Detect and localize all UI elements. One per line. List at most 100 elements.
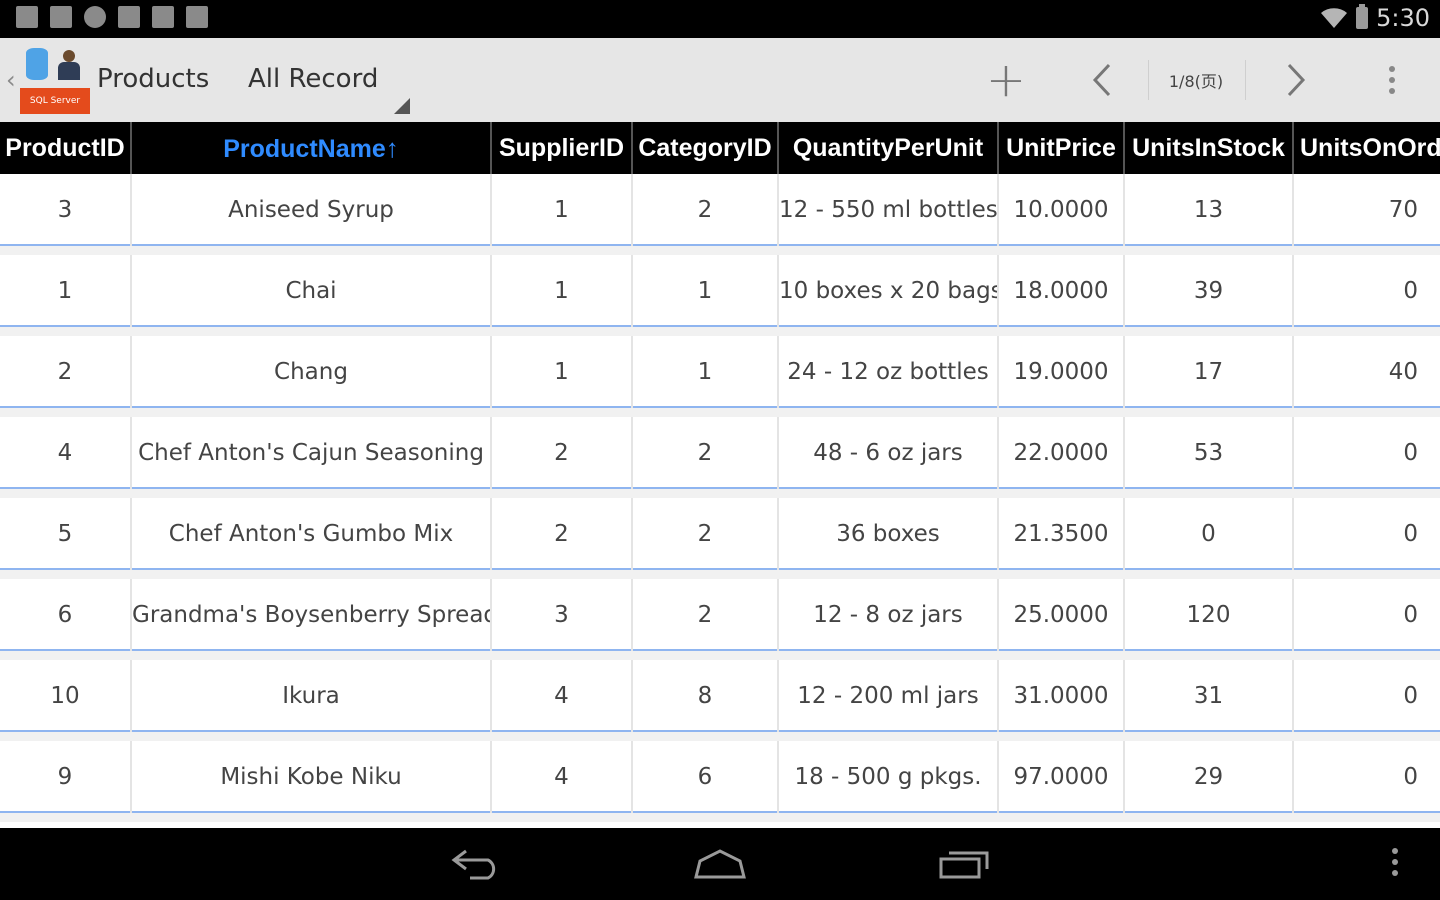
cell-unitsonorder: 0 <box>1293 250 1440 336</box>
battery-icon <box>1356 4 1369 29</box>
cell-productid: 10 <box>0 655 132 741</box>
navigation-bar <box>0 828 1440 900</box>
header-row: ProductID ProductName↑ SupplierID Catego… <box>0 122 1440 174</box>
column-header-categoryid[interactable]: CategoryID <box>632 122 779 174</box>
cell-supplierid: 4 <box>491 736 633 822</box>
sync-icon <box>84 6 106 28</box>
cell-unitprice: 18.0000 <box>998 250 1125 336</box>
page-title: Products <box>97 64 210 94</box>
cell-categoryid: 2 <box>632 174 779 255</box>
cell-unitprice: 97.0000 <box>998 736 1125 822</box>
table-row[interactable]: 4 Chef Anton's Cajun Seasoning 2 2 48 - … <box>0 412 1440 498</box>
column-header-productid[interactable]: ProductID <box>0 122 132 174</box>
recent-apps-button[interactable] <box>924 840 1004 888</box>
cell-supplierid: 3 <box>491 574 633 660</box>
cell-quantityperunit: 12 - 200 ml jars <box>778 655 999 741</box>
sort-ascending-icon: ↑ <box>385 132 399 163</box>
cell-unitprice: 19.0000 <box>998 331 1125 417</box>
cell-unitsinstock: 13 <box>1124 174 1294 255</box>
notification-icon <box>16 6 38 28</box>
cell-unitsonorder: 0 <box>1293 655 1440 741</box>
add-record-button[interactable]: + <box>978 38 1034 122</box>
cell-unitsinstock: 53 <box>1124 412 1294 498</box>
column-header-quantityperunit[interactable]: QuantityPerUnit <box>778 122 999 174</box>
table-row[interactable]: 3 Aniseed Syrup 1 2 12 - 550 ml bottles … <box>0 174 1440 255</box>
column-header-supplierid[interactable]: SupplierID <box>491 122 633 174</box>
cell-supplierid: 4 <box>491 655 633 741</box>
cell-productid: 9 <box>0 736 132 822</box>
cell-unitprice: 22.0000 <box>998 412 1125 498</box>
cell-unitsonorder: 0 <box>1293 736 1440 822</box>
up-navigation-icon[interactable]: ‹ <box>6 66 16 94</box>
cell-categoryid: 2 <box>632 412 779 498</box>
bag-icon <box>152 6 174 28</box>
cell-unitsinstock: 29 <box>1124 736 1294 822</box>
spinner-dropdown-icon[interactable] <box>394 98 410 114</box>
cell-unitsonorder: 0 <box>1293 493 1440 579</box>
storage-icon <box>118 6 140 28</box>
filter-spinner[interactable]: All Record <box>248 64 378 94</box>
cell-productname: Chef Anton's Cajun Seasoning <box>131 412 492 498</box>
cell-supplierid: 2 <box>491 493 633 579</box>
cell-categoryid: 6 <box>632 736 779 822</box>
cell-productid: 4 <box>0 412 132 498</box>
column-header-unitsonorder[interactable]: UnitsOnOrd <box>1293 122 1440 174</box>
wifi-icon <box>1321 8 1348 28</box>
cell-categoryid: 2 <box>632 493 779 579</box>
barcode-icon <box>186 6 208 28</box>
cell-unitprice: 25.0000 <box>998 574 1125 660</box>
back-icon <box>451 849 496 880</box>
cell-unitsinstock: 120 <box>1124 574 1294 660</box>
products-table: ProductID ProductName↑ SupplierID Catego… <box>0 122 1440 822</box>
previous-page-button[interactable] <box>1074 38 1130 122</box>
cell-unitprice: 21.3500 <box>998 493 1125 579</box>
table-row[interactable]: 6 Grandma's Boysenberry Spread 3 2 12 - … <box>0 574 1440 660</box>
column-header-productname[interactable]: ProductName↑ <box>131 122 492 174</box>
database-icon <box>26 48 48 80</box>
home-button[interactable] <box>680 840 760 888</box>
app-logo[interactable]: SQL Server <box>20 46 90 114</box>
logo-label: SQL Server <box>20 88 90 114</box>
data-grid[interactable]: ProductID ProductName↑ SupplierID Catego… <box>0 122 1440 828</box>
cell-unitprice: 31.0000 <box>998 655 1125 741</box>
cell-unitsonorder: 0 <box>1293 412 1440 498</box>
table-row[interactable]: 1 Chai 1 1 10 boxes x 20 bags 18.0000 39… <box>0 250 1440 336</box>
home-icon <box>694 849 746 879</box>
notification-icons <box>16 6 208 28</box>
cell-productid: 3 <box>0 174 132 255</box>
cell-unitsinstock: 31 <box>1124 655 1294 741</box>
cell-supplierid: 1 <box>491 331 633 417</box>
image-icon <box>50 6 72 28</box>
action-bar: ‹ SQL Server Products All Record + 1/8(页… <box>0 38 1440 123</box>
cell-productname: Chef Anton's Gumbo Mix <box>131 493 492 579</box>
table-row[interactable]: 5 Chef Anton's Gumbo Mix 2 2 36 boxes 21… <box>0 493 1440 579</box>
cell-unitprice: 10.0000 <box>998 174 1125 255</box>
cell-supplierid: 1 <box>491 174 633 255</box>
recent-apps-icon <box>939 851 989 879</box>
next-page-button[interactable] <box>1268 38 1324 122</box>
plus-icon: + <box>985 52 1027 108</box>
table-row[interactable]: 10 Ikura 4 8 12 - 200 ml jars 31.0000 31… <box>0 655 1440 741</box>
cell-supplierid: 1 <box>491 250 633 336</box>
table-row[interactable]: 2 Chang 1 1 24 - 12 oz bottles 19.0000 1… <box>0 331 1440 417</box>
cell-productid: 1 <box>0 250 132 336</box>
page-indicator[interactable]: 1/8(页) <box>1148 38 1244 122</box>
overflow-menu-button[interactable] <box>1370 38 1414 122</box>
cell-supplierid: 2 <box>491 412 633 498</box>
menu-button[interactable] <box>1392 848 1398 876</box>
back-button[interactable] <box>436 840 516 888</box>
cell-quantityperunit: 24 - 12 oz bottles <box>778 331 999 417</box>
table-row[interactable]: 9 Mishi Kobe Niku 4 6 18 - 500 g pkgs. 9… <box>0 736 1440 822</box>
cell-quantityperunit: 36 boxes <box>778 493 999 579</box>
system-status: 5:30 <box>1320 4 1430 32</box>
chevron-right-icon <box>1287 63 1306 97</box>
cell-categoryid: 1 <box>632 250 779 336</box>
column-header-unitprice[interactable]: UnitPrice <box>998 122 1125 174</box>
cell-productname: Chai <box>131 250 492 336</box>
column-header-unitsinstock[interactable]: UnitsInStock <box>1124 122 1294 174</box>
cell-unitsinstock: 39 <box>1124 250 1294 336</box>
status-bar: 5:30 <box>0 0 1440 38</box>
cell-unitsinstock: 0 <box>1124 493 1294 579</box>
clock: 5:30 <box>1376 4 1430 32</box>
cell-quantityperunit: 18 - 500 g pkgs. <box>778 736 999 822</box>
